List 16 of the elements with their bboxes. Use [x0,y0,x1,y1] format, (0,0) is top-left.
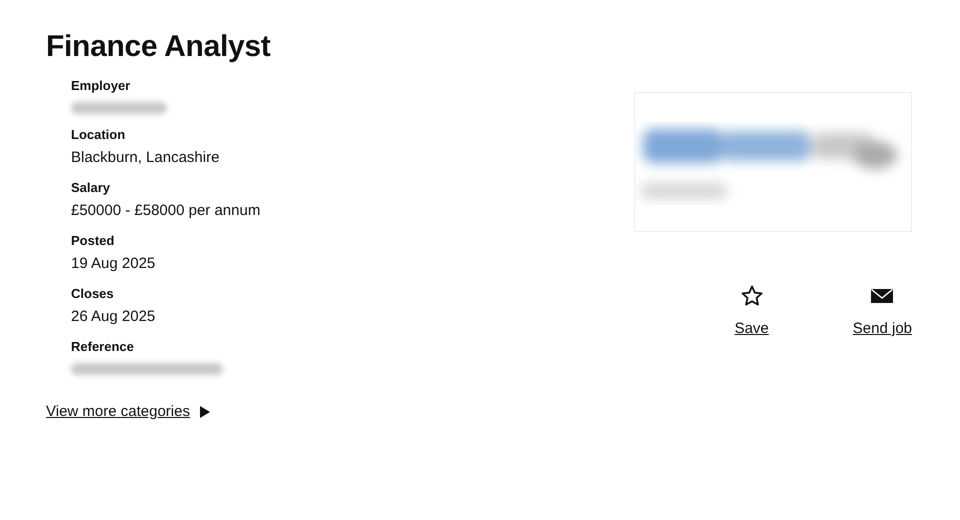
detail-label: Reference [71,339,135,354]
detail-value: 19 Aug 2025 [71,255,156,273]
detail-label: Posted [71,233,116,248]
send-job-link[interactable]: Send job [852,284,912,337]
detail-value: Blackburn, Lancashire [71,149,220,167]
job-title: Finance Analyst [46,30,270,64]
detail-label: Employer [71,78,132,93]
detail-label: Salary [71,180,112,195]
triangle-icon [200,406,210,418]
save-link[interactable]: Save [734,284,769,337]
star-icon [740,284,764,308]
detail-value: 26 Aug 2025 [71,308,156,326]
more-categories-link[interactable]: View more categories [46,403,210,420]
detail-value: £50000 - £58000 per annum [71,202,262,220]
detail-label: Closes [71,286,115,301]
detail-label: Location [71,127,126,142]
